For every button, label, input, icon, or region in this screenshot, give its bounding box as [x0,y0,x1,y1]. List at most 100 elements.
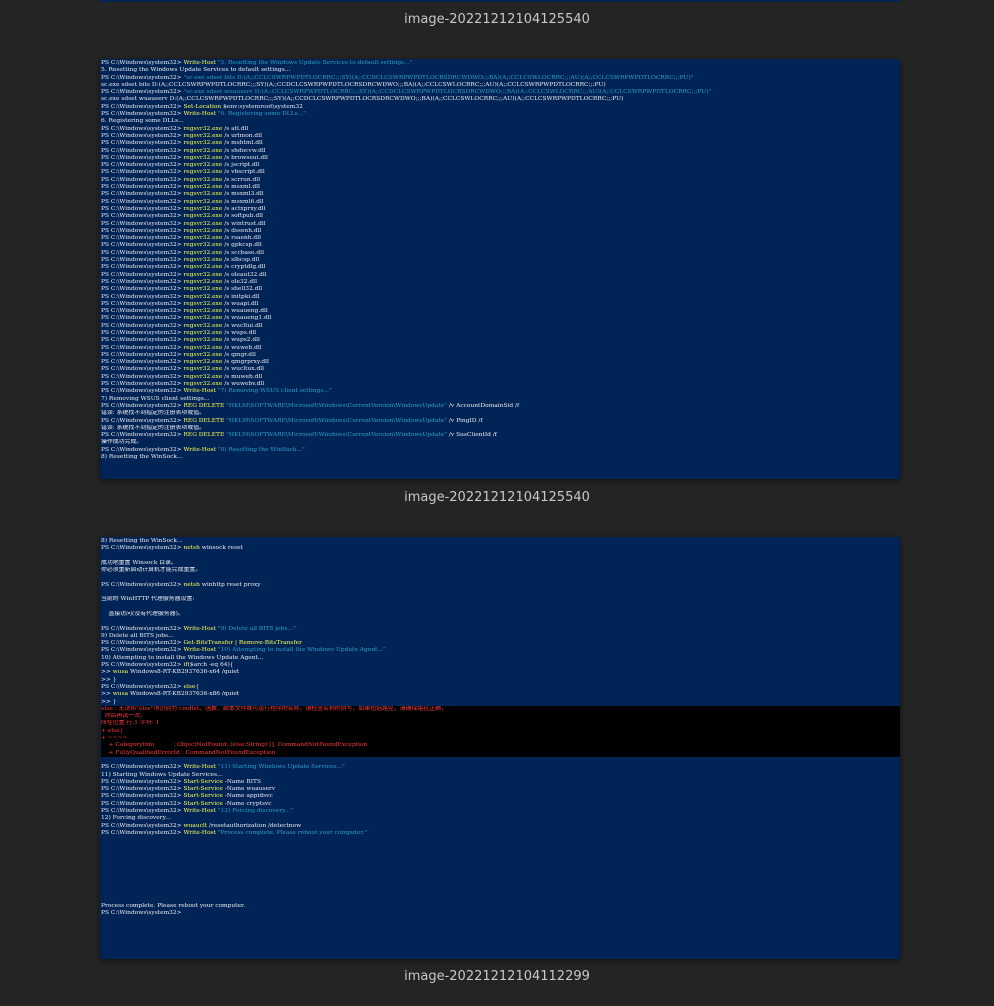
command-arguments: /s ole32.dll [222,278,257,285]
command-name: Start-Service [183,793,223,800]
string-argument: "5. Resetting the Windows Update Service… [215,60,413,66]
prompt: PS C:\Windows\system32> [101,786,184,793]
command-name: Write-Host [183,647,216,654]
command-line: PS C:\Windows\system32> Write-Host "12) … [101,808,900,815]
command-line: PS C:\Windows\system32> regsvr32.exe /s … [101,374,900,381]
prompt: PS C:\Windows\system32> [101,778,184,785]
prompt: >> [101,691,113,698]
command-arguments: /s urlmon.dll [222,132,262,139]
command-name: regsvr32.exe [183,140,223,147]
command-arguments: /resetauthorization /detectnow [207,822,302,829]
output-line: 7) Removing WSUS client settings... [101,396,900,403]
command-name: regsvr32.exe [183,176,223,183]
command-name: regsvr32.exe [183,132,223,139]
command-line: PS C:\Windows\system32> REG DELETE "HKLM… [101,432,900,439]
prompt: PS C:\Windows\system32> [101,213,184,220]
command-line: PS C:\Windows\system32> netsh winhttp re… [101,582,900,589]
command-line: PS C:\Windows\system32> Start-Service -N… [101,786,900,793]
prompt: PS C:\Windows\system32> [101,545,184,552]
command-arguments: $env:systemroot\system32 [221,103,303,110]
output-line: 5. Resetting the Windows Update Services… [101,67,900,74]
previous-screenshot-edge [100,0,900,2]
output-text: 直接访问(没有代理服务器)。 [101,610,184,617]
command-name: regsvr32.exe [183,162,223,169]
command-name: regsvr32.exe [183,366,223,373]
output-line: 成功地重置 Winsock 目录。 [101,560,900,567]
terminal-output-1: PS C:\Windows\system32> Write-Host "5. R… [100,59,900,461]
command-line: PS C:\Windows\system32> regsvr32.exe /s … [101,206,900,213]
prompt: PS C:\Windows\system32> [101,329,184,336]
output-text: 当前的 WinHTTP 代理服务器设置: [101,596,195,603]
output-text: 成功地重置 Winsock 目录。 [101,559,177,566]
command-name: regsvr32.exe [183,286,223,293]
command-arguments: /s gpkcsp.dll [222,242,262,249]
command-arguments: /s msxml6.dll [222,198,264,205]
prompt: PS C:\Windows\system32> [101,807,184,814]
command-name: wuauclt [183,822,208,829]
command-name: Write-Host [183,764,216,771]
output-line: 直接访问(没有代理服务器)。 [101,611,900,618]
command-arguments: /s msxml3.dll [222,191,264,198]
output-line: PS C:\Windows\system32> [101,910,900,917]
prompt: PS C:\Windows\system32> [101,257,184,264]
command-name: regsvr32.exe [183,315,223,322]
prompt: PS C:\Windows\system32> [101,89,184,96]
command-arguments: /v PingID /f [447,417,483,424]
command-name: Write-Host [183,807,216,814]
command-name: Start-Service [183,778,223,785]
output-text: 9) Delete all BITS jobs... [101,632,174,639]
command-line: PS C:\Windows\system32> regsvr32.exe /s … [101,184,900,191]
command-name: Write-Host [183,388,216,395]
prompt: PS C:\Windows\system32> [101,169,184,176]
output-text: Process complete. Please reboot your com… [101,902,246,909]
command-arguments: /s wuaueng1.dll [222,315,272,322]
command-line: PS C:\Windows\system32> regsvr32.exe /s … [101,133,900,140]
command-name: Get-BitsTransfer | Remove-BitsTransfer [183,640,302,647]
command-name: regsvr32.exe [183,220,223,227]
command-name: regsvr32.exe [183,264,223,271]
output-text: 12) Forcing discovery... [101,815,171,822]
command-line: PS C:\Windows\system32> regsvr32.exe /s … [101,126,900,133]
prompt: PS C:\Windows\system32> [101,366,184,373]
command-line: PS C:\Windows\system32> regsvr32.exe /s … [101,228,900,235]
command-name: regsvr32.exe [183,198,223,205]
error-line: + FullyQualifiedErrorId : CommandNotFoun… [101,749,276,756]
command-line: PS C:\Windows\system32> regsvr32.exe /s … [101,366,900,373]
command-arguments: /s browseui.dll [222,154,268,161]
command-name: REG DELETE [183,402,225,409]
command-name: regsvr32.exe [183,293,223,300]
output-text: 10) Attempting to install the Windows Up… [101,654,264,661]
prompt: PS C:\Windows\system32> [101,111,184,118]
prompt: PS C:\Windows\system32> [101,344,184,351]
prompt: PS C:\Windows\system32> [101,191,184,198]
string-argument: "sc.exe sdset wuauserv D:(A;;CCLCSWRPWPD… [183,89,712,96]
command-line: PS C:\Windows\system32> regsvr32.exe /s … [101,162,900,169]
prompt: PS C:\Windows\system32> [101,271,184,278]
command-line: >> wusa Windows8-RT-KB2937636-x86 /quiet [101,691,900,698]
command-line: PS C:\Windows\system32> regsvr32.exe /s … [101,315,900,322]
command-arguments: /s atl.dll [222,125,249,132]
error-line: 所在位置 行:1 字符: 1 [101,720,160,727]
output-line: >> } [101,699,900,706]
command-line: PS C:\Windows\system32> Write-Host "6. R… [101,111,900,118]
command-arguments: /s wups.dll [222,329,257,336]
output-line: 12) Forcing discovery... [101,815,900,822]
prompt: PS C:\Windows\system32> [101,351,184,358]
command-name: regsvr32.exe [183,308,223,315]
command-name: regsvr32.exe [183,359,223,366]
image-caption-2: image-20221212104125540 [404,490,590,505]
output-line: 9) Delete all BITS jobs... [101,633,900,640]
string-argument: "Process complete. Please reboot your co… [215,829,368,836]
command-name: regsvr32.exe [183,125,223,132]
prompt: PS C:\Windows\system32> [101,662,184,669]
prompt: PS C:\Windows\system32> [101,60,184,66]
prompt: PS C:\Windows\system32> [101,74,184,81]
command-arguments: /s oleaut32.dll [222,271,267,278]
prompt: PS C:\Windows\system32> [101,235,184,242]
error-line: + else{ [101,727,124,734]
command-name: regsvr32.exe [183,322,223,329]
